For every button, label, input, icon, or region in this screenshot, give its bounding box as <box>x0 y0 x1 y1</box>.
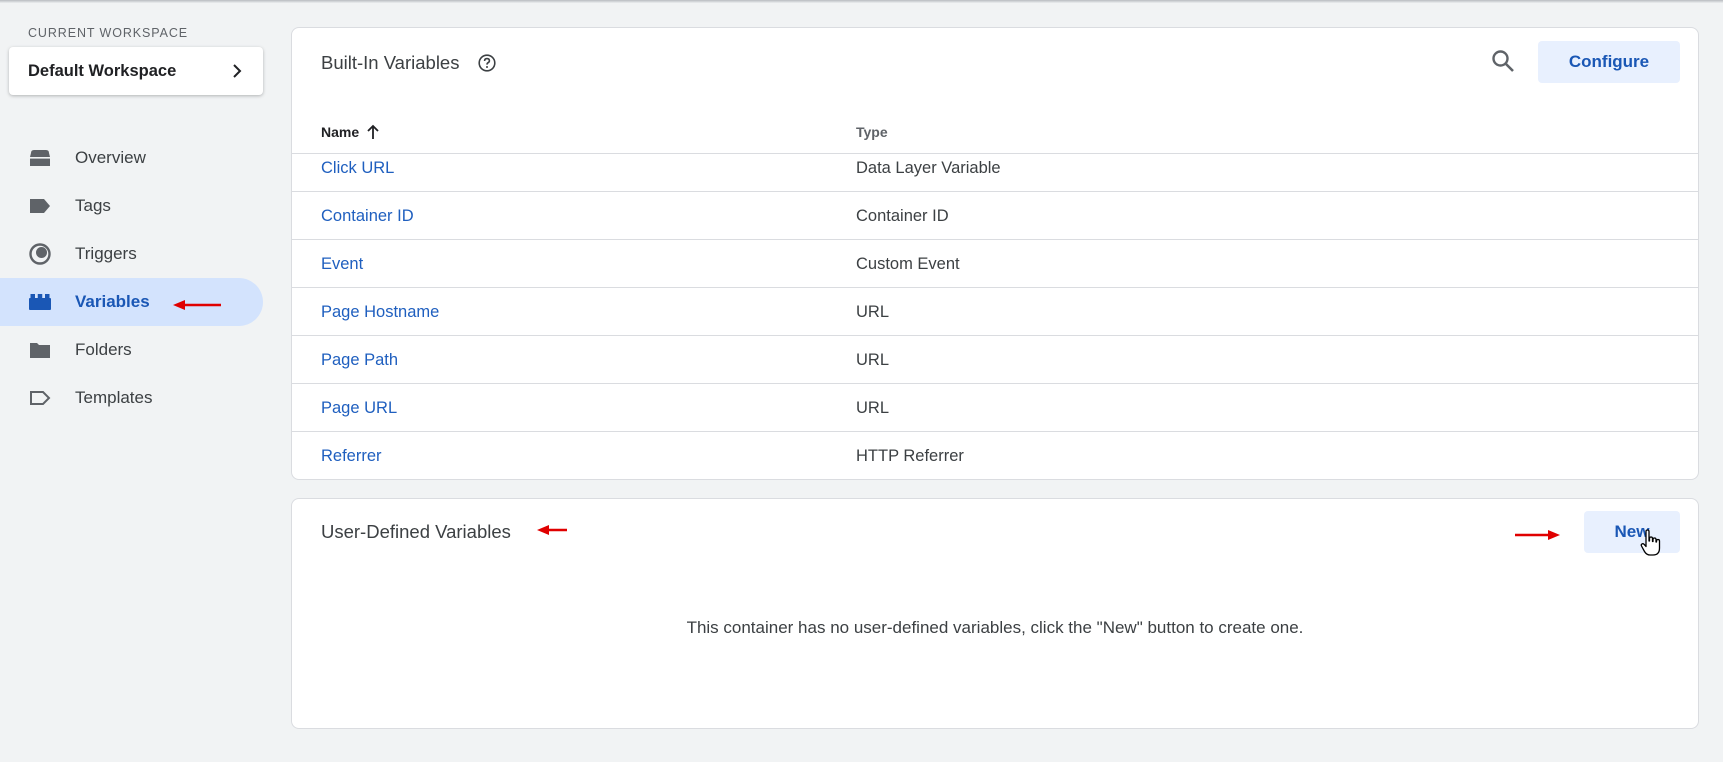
variable-type: Custom Event <box>856 255 960 273</box>
sidebar-item-templates[interactable]: Templates <box>0 374 263 422</box>
configure-button[interactable]: Configure <box>1538 41 1680 83</box>
sidebar-item-tags[interactable]: Tags <box>0 182 263 230</box>
builtin-variables-table: Click URL Data Layer Variable Container … <box>292 144 1698 480</box>
table-row: Page Path URL <box>292 336 1698 384</box>
hand-cursor-icon <box>1640 529 1661 556</box>
builtin-variables-title: Built-In Variables <box>321 52 460 73</box>
folder-icon <box>27 337 53 363</box>
annotation-arrow-left-icon <box>173 300 221 310</box>
variable-name-link[interactable]: Page URL <box>321 399 397 418</box>
sidebar-item-label: Overview <box>75 148 146 167</box>
workspace-name: Default Workspace <box>28 61 177 80</box>
tag-icon <box>27 193 53 219</box>
sidebar-item-triggers[interactable]: Triggers <box>0 230 263 278</box>
empty-state-message: This container has no user-defined varia… <box>686 618 1304 637</box>
variable-type: Container ID <box>856 207 949 225</box>
builtin-variables-card: Built-In Variables Configure Name Type C… <box>291 27 1699 480</box>
variable-name-link[interactable]: Click URL <box>321 159 394 178</box>
variable-type: HTTP Referrer <box>856 447 964 465</box>
sidebar-item-overview[interactable]: Overview <box>0 134 263 182</box>
user-defined-variables-title: User-Defined Variables <box>321 521 511 542</box>
top-bar-shadow <box>0 0 1723 3</box>
variable-name-link[interactable]: Page Path <box>321 351 398 370</box>
chevron-right-icon <box>233 64 242 78</box>
column-header-type: Type <box>856 124 888 140</box>
trigger-icon <box>27 241 53 267</box>
table-row: Referrer HTTP Referrer <box>292 432 1698 480</box>
sidebar-item-label: Triggers <box>75 244 137 263</box>
search-icon[interactable] <box>1490 48 1516 74</box>
template-icon <box>27 385 53 411</box>
sidebar-item-variables[interactable]: Variables <box>0 278 263 326</box>
sidebar-item-label: Variables <box>75 292 150 311</box>
new-variable-button[interactable]: New <box>1584 511 1680 553</box>
sidebar-item-label: Tags <box>75 196 111 215</box>
column-header-name[interactable]: Name <box>321 124 380 140</box>
variables-icon <box>27 289 53 315</box>
variable-type: URL <box>856 351 890 369</box>
variable-name-link[interactable]: Event <box>321 255 363 274</box>
annotation-arrow-right-icon <box>1515 530 1560 540</box>
variable-name-link[interactable]: Page Hostname <box>321 303 439 322</box>
variable-type: Data Layer Variable <box>856 159 1001 177</box>
table-row: Container ID Container ID <box>292 192 1698 240</box>
overview-icon <box>27 145 53 171</box>
sidebar-item-label: Templates <box>75 388 153 407</box>
workspace-section-label: CURRENT WORKSPACE <box>28 26 188 40</box>
variable-name-link[interactable]: Referrer <box>321 447 382 466</box>
sidebar-nav: Overview Tags Triggers Variables Folders… <box>0 134 263 422</box>
help-icon[interactable] <box>477 53 497 73</box>
variable-type: URL <box>856 303 890 321</box>
table-row: Click URL Data Layer Variable <box>292 144 1698 192</box>
workspace-selector[interactable]: Default Workspace <box>9 47 263 95</box>
user-defined-variables-card: User-Defined Variables New This containe… <box>291 498 1699 729</box>
table-row: Page URL URL <box>292 384 1698 432</box>
variable-type: URL <box>856 399 890 417</box>
table-row: Page Hostname URL <box>292 288 1698 336</box>
sidebar-item-label: Folders <box>75 340 132 359</box>
sidebar-item-folders[interactable]: Folders <box>0 326 263 374</box>
column-header-name-label: Name <box>321 124 360 140</box>
sort-ascending-icon <box>367 124 379 139</box>
variable-name-link[interactable]: Container ID <box>321 207 414 226</box>
table-row: Event Custom Event <box>292 240 1698 288</box>
annotation-arrow-left-icon <box>537 525 567 535</box>
